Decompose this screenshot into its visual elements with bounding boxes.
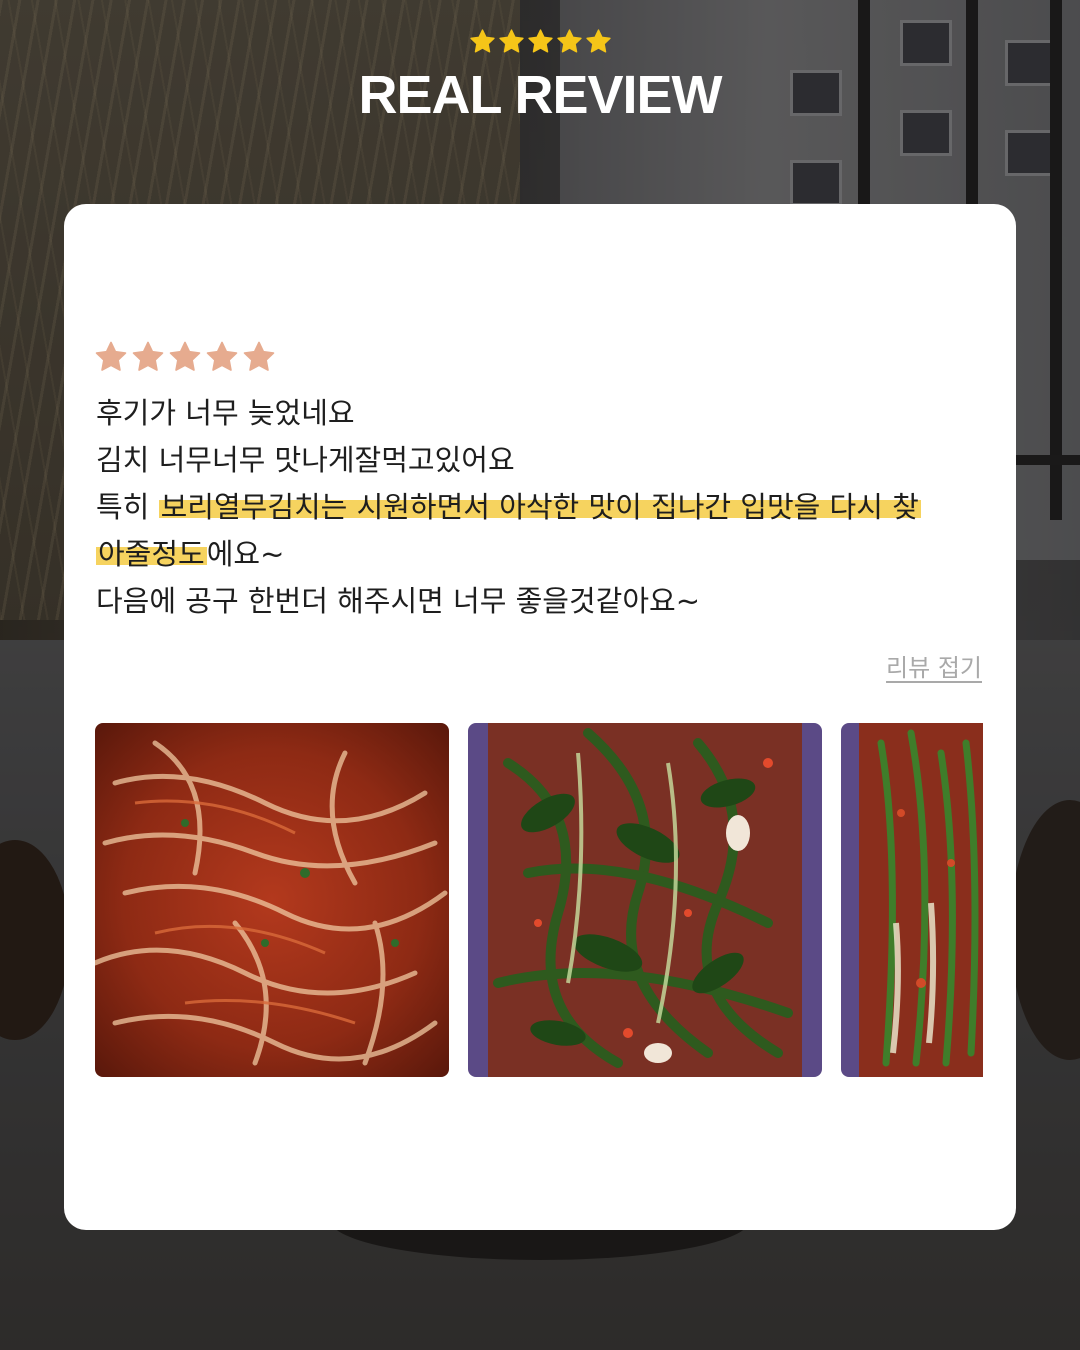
star-icon [243,341,275,371]
review-text: 후기가 너무 늦었네요 김치 너무너무 맛나게잘먹고있어요 특히 보리열무김치는… [96,390,986,625]
star-icon [132,341,164,371]
review-header: REAL REVIEW [0,28,1080,124]
highlighted-text: 아줄정도 [96,537,207,571]
highlighted-text: 보리열무김치는 시원하면서 아삭한 맛이 집나간 입맛을 다시 찾 [158,490,921,524]
cabbage-kimchi-photo[interactable] [95,723,449,1077]
review-line: 아줄정도에요~ [96,531,986,578]
review-line: 다음에 공구 한번더 해주시면 너무 좋을것같아요~ [96,578,986,625]
review-line-text: 특히 [96,490,159,524]
review-line-text: 에요~ [206,537,285,571]
review-line-text: 김치 너무너무 맛나게잘먹고있어요 [96,443,515,477]
review-photo-gallery[interactable] [95,723,983,1078]
star-icon [169,341,201,371]
header-rating-stars [0,28,1080,62]
fold-review-link[interactable]: 리뷰 접기 [886,648,982,683]
review-line-text: 다음에 공구 한번더 해주시면 너무 좋을것같아요~ [96,584,700,618]
star-icon [95,341,127,371]
star-icon [556,29,582,53]
review-line-text: 후기가 너무 늦었네요 [96,396,355,430]
green-onion-kimchi-photo[interactable] [841,723,983,1077]
star-icon [527,29,553,53]
star-icon [206,341,238,371]
review-line: 김치 너무너무 맛나게잘먹고있어요 [96,437,986,484]
page-title: REAL REVIEW [358,65,722,125]
review-card: 후기가 너무 늦었네요 김치 너무너무 맛나게잘먹고있어요 특히 보리열무김치는… [64,204,1016,1230]
star-icon [469,29,495,53]
review-rating-stars [94,340,276,374]
young-radish-kimchi-photo[interactable] [468,723,822,1077]
review-line: 후기가 너무 늦었네요 [96,390,986,437]
star-icon [498,29,524,53]
review-line: 특히 보리열무김치는 시원하면서 아삭한 맛이 집나간 입맛을 다시 찾 [96,484,986,531]
star-icon [585,29,611,53]
